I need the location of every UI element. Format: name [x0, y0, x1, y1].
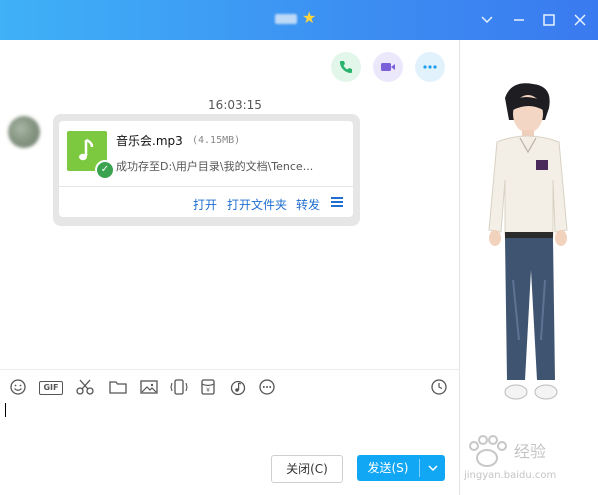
emoji-icon[interactable] [9, 378, 29, 396]
video-call-button[interactable] [373, 52, 403, 82]
file-save-status: 成功存至D:\用户目录\我的文档\Tence... [116, 160, 314, 173]
more-button[interactable] [415, 52, 445, 82]
chevron-down-icon[interactable] [421, 455, 445, 490]
star-icon: ★ [302, 8, 317, 27]
toolbar-divider [0, 369, 459, 370]
svg-text:¥: ¥ [206, 387, 210, 394]
message-timestamp: 16:03:15 [208, 98, 262, 112]
open-file-link[interactable]: 打开 [193, 196, 217, 213]
card-divider [59, 186, 353, 187]
title-bar: ★ [0, 0, 598, 40]
voice-call-button[interactable] [331, 52, 361, 82]
minimize-icon[interactable] [510, 11, 528, 29]
history-clock-icon[interactable] [430, 378, 450, 396]
send-button-label: 发送(S) [367, 461, 409, 475]
scissors-icon[interactable] [75, 378, 95, 396]
forward-link[interactable]: 转发 [296, 196, 320, 213]
character-figure [475, 80, 585, 420]
paw-logo-icon [469, 435, 507, 467]
send-divider [419, 459, 420, 477]
close-icon[interactable] [571, 11, 589, 29]
watermark-url: jingyan.baidu.com [464, 470, 557, 481]
image-icon[interactable] [139, 378, 159, 396]
watermark-text: 经验 [514, 442, 547, 461]
open-folder-link[interactable]: 打开文件夹 [227, 196, 287, 213]
more-icon[interactable] [258, 378, 278, 396]
baidu-watermark: 经验 jingyan.baidu.com [462, 432, 596, 492]
red-packet-icon[interactable]: ¥ [198, 378, 218, 396]
menu-icon[interactable] [331, 197, 343, 207]
close-button[interactable]: 关闭(C) [271, 455, 343, 483]
maximize-icon[interactable] [540, 11, 558, 29]
send-button[interactable]: 发送(S) [357, 455, 445, 481]
message-input-cursor[interactable] [5, 403, 6, 417]
avatar[interactable] [8, 116, 40, 148]
gif-icon[interactable]: GIF [39, 381, 63, 395]
check-icon: ✓ [95, 160, 115, 180]
music-icon[interactable] [228, 378, 248, 396]
chevron-down-icon[interactable] [478, 11, 496, 29]
shake-icon[interactable] [169, 378, 189, 396]
folder-icon[interactable] [108, 378, 128, 396]
file-size: (4.15MB) [192, 135, 241, 146]
contact-name-blurred [275, 14, 297, 24]
file-name: 音乐会.mp3 [116, 134, 183, 148]
